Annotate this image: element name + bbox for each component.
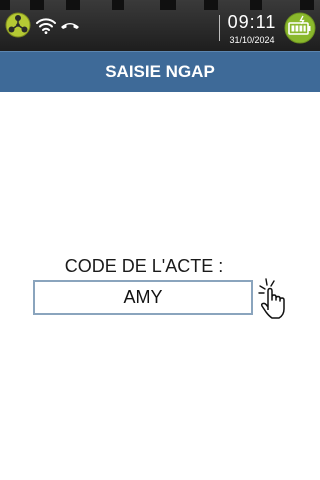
status-divider: [219, 15, 220, 41]
status-icons: [4, 12, 81, 43]
clock: 09:11: [227, 12, 277, 32]
wifi-icon: [35, 15, 57, 40]
hand-tap-icon[interactable]: [257, 278, 297, 320]
act-code-input[interactable]: AMY: [33, 280, 253, 315]
network-hub-icon: [4, 12, 32, 43]
phone-hangup-icon: [59, 18, 81, 37]
page-title: SAISIE NGAP: [105, 62, 215, 81]
battery-charging-icon: [284, 12, 316, 44]
status-bar: 09:11 31/10/2024: [0, 0, 320, 51]
act-code-label: CODE DE L'ACTE :: [64, 256, 224, 276]
date: 31/10/2024: [229, 35, 275, 45]
title-bar: SAISIE NGAP: [0, 51, 320, 92]
status-bar-decoration: [0, 0, 320, 10]
